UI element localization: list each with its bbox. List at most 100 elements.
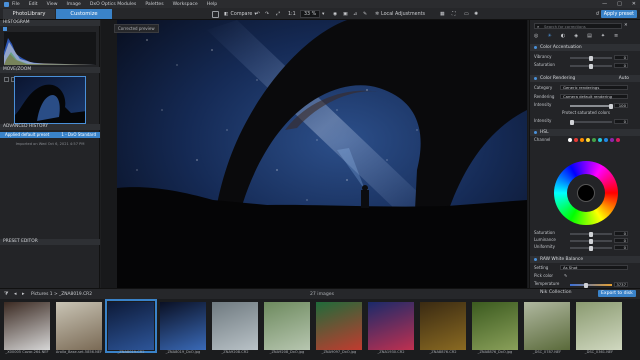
filmstrip-thumbnail[interactable]	[420, 302, 466, 350]
apply-preset-button[interactable]: Apply preset	[600, 10, 637, 18]
filmstrip-thumbnail[interactable]	[160, 302, 206, 350]
tab-customize[interactable]: Customize	[56, 9, 112, 19]
chevron-right-icon[interactable]: ▸	[22, 291, 25, 297]
histogram-channel-rgb-icon[interactable]	[3, 27, 7, 31]
hsl-channel-swatch[interactable]	[598, 138, 602, 142]
maximize-button[interactable]: □	[617, 1, 622, 7]
all-corrections-icon[interactable]: ◎	[534, 33, 538, 41]
favorites-icon[interactable]: ≡	[614, 33, 618, 41]
saturation-value[interactable]: 0	[614, 63, 628, 68]
rendering-select[interactable]: Camera default rendering	[560, 94, 628, 99]
filmstrip-thumbnail[interactable]	[264, 302, 310, 350]
luminance-slider[interactable]	[570, 238, 612, 244]
chevron-down-icon[interactable]: ▾	[322, 10, 324, 18]
rotate-right-icon[interactable]: ↷	[265, 10, 269, 18]
search-field[interactable]: ⌕ Search for corrections	[534, 23, 622, 29]
color-icon[interactable]: ◐	[561, 33, 565, 41]
menu-edit[interactable]: Edit	[29, 2, 38, 7]
menu-view[interactable]: View	[47, 2, 58, 7]
zoom-one-to-one-button[interactable]: 1:1	[288, 10, 296, 18]
hsl-channel-swatch[interactable]	[574, 138, 578, 142]
fullscreen-icon[interactable]: ⛶	[452, 10, 455, 18]
filmstrip-thumbnail[interactable]	[4, 302, 50, 350]
compare-button[interactable]: ◧ Compare ▾	[224, 10, 257, 18]
advanced-history-header[interactable]: ADVANCED HISTORY	[0, 124, 100, 130]
luminance-knob[interactable]	[589, 238, 593, 244]
uniformity-knob[interactable]	[589, 245, 593, 251]
zoom-level-select[interactable]: 33 %	[300, 10, 321, 18]
straighten-icon[interactable]: ⊿	[353, 10, 357, 18]
hsl-channel-swatch[interactable]	[586, 138, 590, 142]
light-icon[interactable]: ☀	[547, 33, 551, 41]
minimize-button[interactable]: —	[602, 1, 607, 7]
monitor-icon[interactable]: ▭	[464, 10, 469, 18]
hsl-channel-swatch[interactable]	[610, 138, 614, 142]
nik-collection-button[interactable]: Nik Collection	[540, 290, 572, 295]
filmstrip-thumbnail[interactable]	[105, 299, 157, 353]
intensity2-slider[interactable]	[570, 119, 612, 125]
eyedropper-icon[interactable]: ✎	[564, 273, 567, 279]
filmstrip-thumbnail[interactable]	[472, 302, 518, 350]
tab-photolibrary[interactable]: PhotoLibrary	[3, 9, 55, 19]
filter-icon[interactable]: ⧩	[4, 291, 8, 297]
filmstrip-thumbnail[interactable]	[368, 302, 414, 350]
intensity2-knob[interactable]	[570, 119, 574, 125]
hsl-header[interactable]: HSL	[530, 129, 640, 136]
hsl-channel-swatch[interactable]	[580, 138, 584, 142]
detail-icon[interactable]: ◈	[574, 33, 578, 41]
navigator-thumbnail[interactable]	[14, 76, 86, 124]
color-rendering-mode[interactable]: Auto	[619, 75, 629, 82]
vibrancy-value[interactable]: 0	[614, 55, 628, 60]
intensity-slider[interactable]	[570, 103, 613, 109]
color-accentuation-header[interactable]: Color Accentuation	[530, 44, 640, 51]
geometry-icon[interactable]: ▤	[587, 33, 592, 41]
intensity-knob[interactable]	[609, 103, 613, 109]
eye-icon[interactable]: ◉	[333, 10, 337, 18]
filmstrip-thumbnail[interactable]	[576, 302, 622, 350]
hsl-channel-swatch[interactable]	[604, 138, 608, 142]
before-after-icon[interactable]: ▣	[343, 10, 348, 18]
temperature-slider[interactable]	[570, 282, 612, 288]
hsl-channel-swatch[interactable]	[568, 138, 572, 142]
filmstrip-thumbnail[interactable]	[524, 302, 570, 350]
uniformity-slider[interactable]	[570, 245, 612, 251]
close-icon[interactable]: ✕	[624, 23, 628, 28]
filmstrip-thumbnail[interactable]	[316, 302, 362, 350]
export-to-disk-button[interactable]: Export to disk	[598, 290, 636, 297]
intensity2-value[interactable]: 0	[614, 119, 628, 124]
menu-workspace[interactable]: Workspace	[173, 2, 198, 7]
saturation-knob[interactable]	[589, 63, 593, 69]
grid-icon[interactable]: ▦	[440, 10, 445, 18]
history-entry[interactable]: Applied default preset 1 - DxO Standard	[0, 132, 100, 138]
setting-select[interactable]: As Shot	[560, 265, 628, 270]
chevron-left-icon[interactable]: ◂	[14, 291, 17, 297]
menu-file[interactable]: File	[12, 2, 20, 7]
color-rendering-header[interactable]: Color Rendering Auto	[530, 75, 640, 82]
fit-icon[interactable]: ⤢	[276, 10, 280, 18]
movezoom-header[interactable]: MOVE/ZOOM	[0, 67, 100, 73]
local-adjustments-button[interactable]: ✲ Local Adjustments	[375, 10, 425, 18]
close-button[interactable]: ✕	[632, 1, 636, 7]
filmstrip-thumbnail[interactable]	[56, 302, 102, 350]
vibrancy-slider[interactable]	[570, 55, 612, 61]
crop-tool-icon[interactable]	[212, 10, 219, 18]
menu-help[interactable]: Help	[207, 2, 217, 7]
menu-dxo-optics-modules[interactable]: DxO Optics Modules	[90, 2, 136, 7]
hsl-channel-swatch[interactable]	[592, 138, 596, 142]
menu-image[interactable]: Image	[67, 2, 81, 7]
hsl-saturation-value[interactable]: 0	[614, 231, 628, 236]
watermark-icon[interactable]: ✦	[601, 33, 605, 41]
main-photo[interactable]	[117, 20, 527, 288]
temperature-value[interactable]: 3737	[614, 282, 628, 287]
raw-white-balance-header[interactable]: RAW White Balance	[530, 256, 640, 263]
hsl-saturation-knob[interactable]	[589, 231, 593, 237]
histogram-header[interactable]: HISTOGRAM	[0, 20, 100, 26]
lightbulb-icon[interactable]: ✺	[474, 10, 478, 18]
hsl-saturation-slider[interactable]	[570, 231, 612, 237]
vibrancy-knob[interactable]	[589, 55, 593, 61]
temperature-knob[interactable]	[584, 282, 588, 288]
preset-editor-header[interactable]: PRESET EDITOR	[0, 239, 100, 245]
luminance-value[interactable]: 0	[614, 238, 628, 243]
uniformity-value[interactable]: 0	[614, 245, 628, 250]
intensity-value[interactable]: 100	[614, 103, 628, 108]
